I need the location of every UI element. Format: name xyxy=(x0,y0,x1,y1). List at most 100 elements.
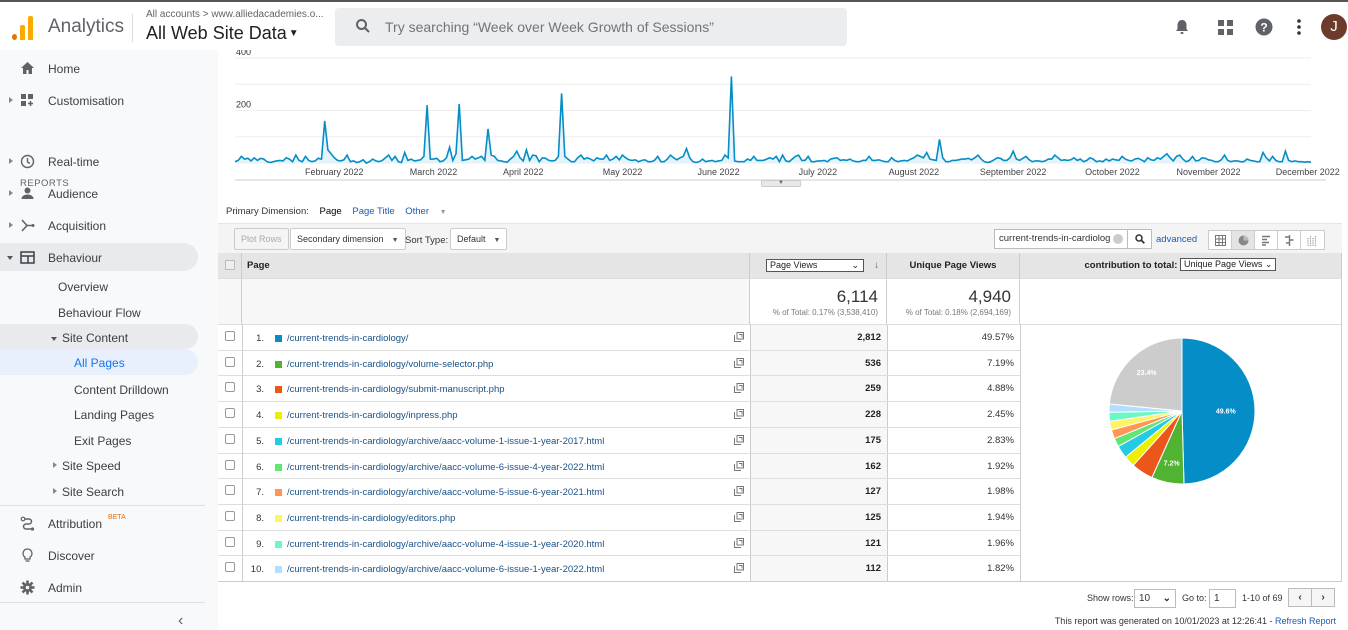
row-rank: 2. xyxy=(256,358,264,370)
sidebar-item-content-drilldown[interactable]: Content Drilldown xyxy=(0,375,218,403)
sidebar-item-customisation[interactable]: Customisation xyxy=(0,86,218,114)
sidebar-item-behaviour-flow[interactable]: Behaviour Flow xyxy=(0,298,218,326)
row-checkbox[interactable] xyxy=(225,536,235,547)
page-link[interactable]: /current-trends-in-cardiology/archive/aa… xyxy=(287,462,604,473)
sidebar-item-admin[interactable]: Admin xyxy=(0,573,218,601)
row-checkbox[interactable] xyxy=(225,331,235,341)
metric1-column-header[interactable]: Page Views ⌄ ↓ xyxy=(750,253,887,278)
page-link[interactable]: /current-trends-in-cardiology/submit-man… xyxy=(287,384,505,395)
sidebar-item-attribution[interactable]: Attribution BETA xyxy=(0,509,218,537)
row-checkbox[interactable] xyxy=(225,382,235,393)
prev-page-button[interactable]: ‹ xyxy=(1289,589,1312,606)
page-link[interactable]: /current-trends-in-cardiology/archive/aa… xyxy=(287,487,604,498)
sidebar-item-behaviour[interactable]: Behaviour xyxy=(0,243,198,271)
open-page-external-icon[interactable] xyxy=(734,537,744,548)
table-filter-input[interactable]: current-trends-in-cardiolog xyxy=(994,229,1152,249)
show-rows-select[interactable]: 10 ⌄ xyxy=(1134,589,1176,608)
row-checkbox[interactable] xyxy=(225,510,235,521)
page-link[interactable]: /current-trends-in-cardiology/volume-sel… xyxy=(287,359,493,370)
metric1-select[interactable]: Page Views ⌄ xyxy=(766,259,864,272)
secondary-dimension-dropdown[interactable]: Secondary dimension ▼ xyxy=(290,228,406,250)
row-checkbox[interactable] xyxy=(225,408,235,419)
sidebar-item-home[interactable]: Home xyxy=(0,54,218,82)
advanced-filter-link[interactable]: advanced xyxy=(1156,234,1197,245)
open-page-external-icon[interactable] xyxy=(734,434,744,445)
performance-view-icon[interactable] xyxy=(1255,231,1278,249)
sidebar-item-acquisition[interactable]: Acquisition xyxy=(0,211,218,239)
sidebar-item-site-speed[interactable]: Site Speed xyxy=(0,451,218,479)
filter-search-button[interactable] xyxy=(1127,230,1151,248)
open-page-external-icon[interactable] xyxy=(734,563,744,574)
totals-page-cell xyxy=(242,278,750,324)
series-color-swatch xyxy=(275,386,282,394)
page-link[interactable]: /current-trends-in-cardiology/archive/aa… xyxy=(287,564,604,575)
open-page-external-icon[interactable] xyxy=(734,486,744,497)
metric2-column-header[interactable]: Unique Page Views xyxy=(887,253,1020,278)
goto-input[interactable]: 1 xyxy=(1209,589,1236,608)
pivot-view-icon[interactable] xyxy=(1301,231,1324,249)
row-checkbox[interactable] xyxy=(225,433,235,444)
open-page-external-icon[interactable] xyxy=(734,383,744,394)
sidebar-item-site-content[interactable]: Site Content xyxy=(0,324,198,349)
clear-filter-icon[interactable] xyxy=(1113,234,1123,244)
filter-value: current-trends-in-cardiolog xyxy=(999,233,1111,244)
page-views-cell: 125 xyxy=(750,504,887,530)
sidebar-item-exit-pages[interactable]: Exit Pages xyxy=(0,426,218,454)
avatar[interactable]: J xyxy=(1321,14,1347,40)
open-page-external-icon[interactable] xyxy=(734,409,744,420)
caret-down-icon: ▼ xyxy=(439,209,447,216)
analytics-logo-icon[interactable] xyxy=(12,16,34,40)
contribution-pie-chart: 49.6% 7.2% 23.4% xyxy=(1020,324,1342,581)
open-page-external-icon[interactable] xyxy=(734,511,744,522)
row-checkbox[interactable] xyxy=(225,356,235,367)
page-link[interactable]: /current-trends-in-cardiology/ xyxy=(287,333,408,344)
chart-resize-handle[interactable]: ▼ xyxy=(761,180,801,187)
refresh-report-link[interactable]: Refresh Report xyxy=(1275,616,1336,626)
page-link[interactable]: /current-trends-in-cardiology/archive/aa… xyxy=(287,539,604,550)
sort-desc-arrow-icon[interactable]: ↓ xyxy=(874,253,879,278)
primary-dimension-other[interactable]: Other ▼ xyxy=(405,206,454,217)
sidebar-item-discover[interactable]: Discover xyxy=(0,541,218,569)
help-icon[interactable]: ? xyxy=(1254,16,1274,38)
expand-arrow-icon xyxy=(9,158,13,164)
table-bottom-border xyxy=(218,581,1342,582)
view-selector[interactable]: All Web Site Data ▼ xyxy=(146,23,299,44)
primary-dimension-page[interactable]: Page xyxy=(320,206,342,217)
other-label: Other xyxy=(405,206,430,217)
comparison-view-icon[interactable] xyxy=(1278,231,1301,249)
notifications-bell-icon[interactable] xyxy=(1172,16,1192,38)
sidebar-item-real-time[interactable]: Real-time xyxy=(0,147,218,175)
account-breadcrumb[interactable]: All accounts > www.alliedacademies.o... xyxy=(146,9,324,20)
row-checkbox[interactable] xyxy=(225,459,235,470)
collapse-sidebar-icon[interactable]: ‹ xyxy=(178,612,183,630)
more-vert-icon[interactable] xyxy=(1289,16,1309,38)
pie-view-icon[interactable] xyxy=(1232,231,1255,249)
next-page-button[interactable]: › xyxy=(1312,589,1334,606)
page-link[interactable]: /current-trends-in-cardiology/editors.ph… xyxy=(287,513,455,524)
x-tick-label: February 2022 xyxy=(305,167,364,177)
row-checkbox[interactable] xyxy=(225,485,235,496)
sort-type-dropdown[interactable]: Default ▼ xyxy=(450,228,508,250)
sidebar-item-label: Exit Pages xyxy=(74,434,132,448)
sidebar-item-audience[interactable]: Audience xyxy=(0,179,218,207)
table-view-icon[interactable] xyxy=(1209,231,1232,249)
sidebar-item-all-pages[interactable]: All Pages xyxy=(0,349,198,375)
primary-dimension-page-title[interactable]: Page Title xyxy=(352,206,394,217)
open-page-external-icon[interactable] xyxy=(734,332,744,342)
page-link[interactable]: /current-trends-in-cardiology/archive/aa… xyxy=(287,436,604,447)
sidebar-item-overview[interactable]: Overview xyxy=(0,272,218,300)
contribution-metric-select[interactable]: Unique Page Views ⌄ xyxy=(1180,258,1277,271)
page-column-header[interactable]: Page xyxy=(242,253,750,278)
select-all-checkbox[interactable] xyxy=(225,260,235,270)
row-checkbox[interactable] xyxy=(225,562,235,573)
search-box[interactable]: Try searching “Week over Week Growth of … xyxy=(335,8,847,46)
page-link[interactable]: /current-trends-in-cardiology/inpress.ph… xyxy=(287,410,458,421)
sidebar-item-site-search[interactable]: Site Search xyxy=(0,477,218,505)
plot-rows-button[interactable]: Plot Rows xyxy=(234,228,289,250)
table-toolbar: Plot Rows Secondary dimension ▼ Sort Type… xyxy=(218,223,1342,253)
open-page-external-icon[interactable] xyxy=(734,357,744,368)
x-tick-label: September 2022 xyxy=(980,167,1047,177)
sidebar-item-landing-pages[interactable]: Landing Pages xyxy=(0,400,218,428)
open-page-external-icon[interactable] xyxy=(734,460,744,471)
apps-grid-icon[interactable] xyxy=(1215,16,1235,38)
